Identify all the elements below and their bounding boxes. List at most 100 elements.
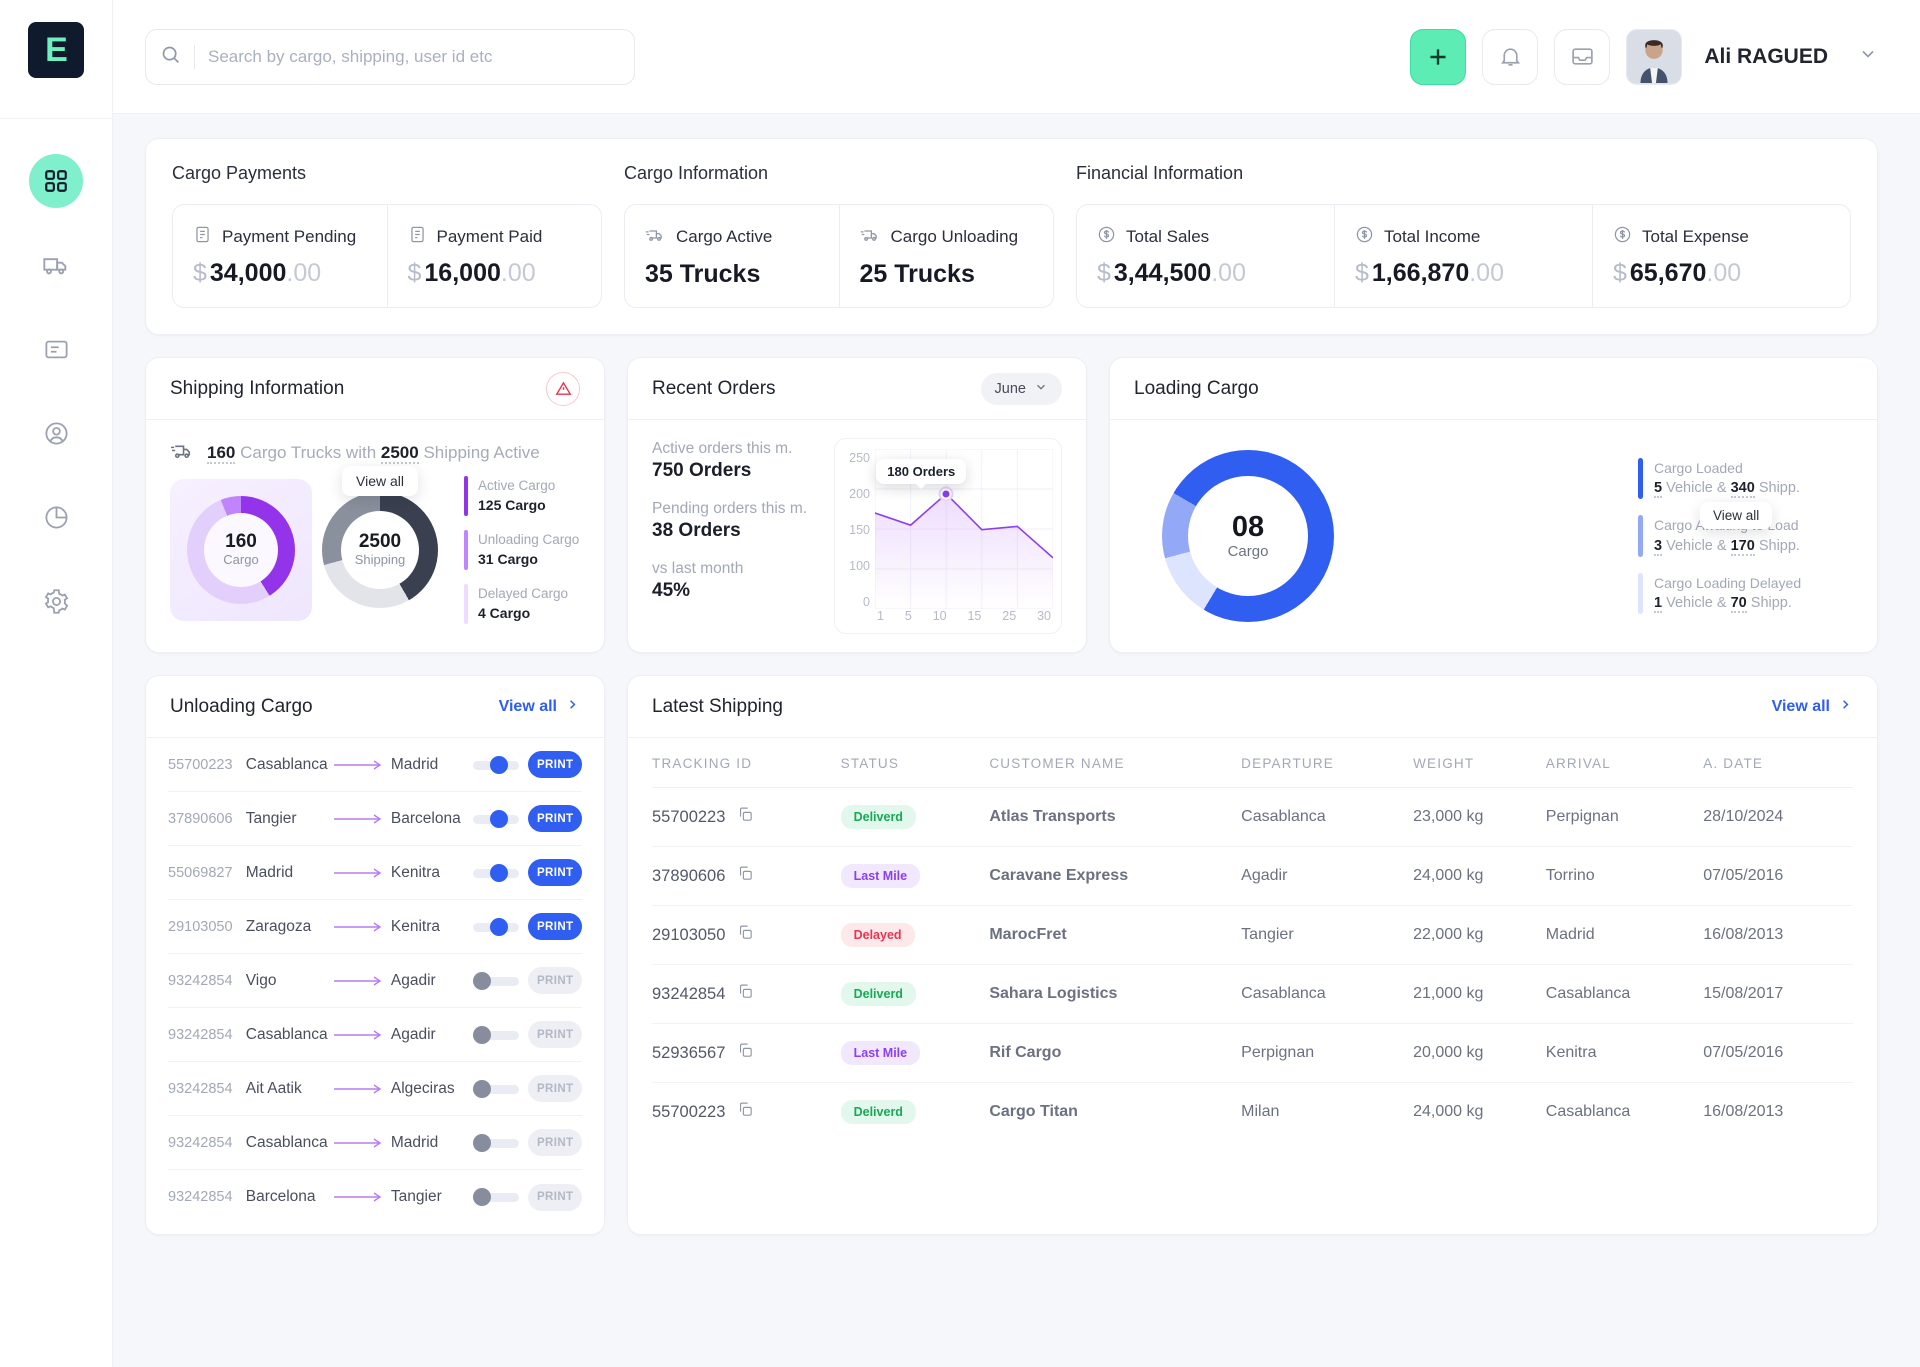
arrival-city: Madrid [390, 1133, 439, 1151]
unloading-cargo-row: 55700223 Casablanca Madrid PRINT [168, 738, 582, 792]
document-icon [43, 336, 70, 363]
view-all-link[interactable]: View all [1772, 697, 1853, 717]
status-badge: Last Mile [840, 1041, 921, 1065]
panel-title: Loading Cargo [1134, 377, 1259, 399]
table-row[interactable]: 55700223 Deliverd Cargo Titan Milan 24,000 k… [652, 1083, 1853, 1142]
column-header: CUSTOMER NAME [989, 738, 1242, 788]
value-main: 3,44,500 [1113, 258, 1212, 287]
departure-city: Madrid [245, 863, 294, 881]
legend-shipments: 170 [1730, 537, 1755, 556]
copy-icon[interactable] [737, 983, 754, 1005]
legend-color-swatch [464, 529, 468, 570]
print-toggle[interactable] [472, 809, 519, 828]
table-row[interactable]: 93242854 Deliverd Sahara Logistics Casablan… [652, 964, 1853, 1024]
sidebar-item-dashboard[interactable] [29, 154, 83, 208]
cell-weight: 21,000 kg [1413, 964, 1546, 1024]
print-toggle[interactable] [472, 971, 519, 990]
print-toggle[interactable] [472, 863, 519, 882]
recent-orders-panel: Recent Orders June Active orders this m.… [627, 357, 1087, 653]
status-badge: Deliverd [840, 982, 916, 1006]
arrival-city: Barcelona [390, 809, 461, 827]
month-selector[interactable]: June [980, 372, 1062, 405]
donut-center-label: Shipping [354, 552, 406, 568]
print-toggle[interactable] [472, 917, 519, 936]
legend-shipments: 340 [1730, 480, 1755, 499]
print-button[interactable]: PRINT [528, 859, 582, 886]
print-button[interactable]: PRINT [528, 751, 582, 778]
table-header-row: TRACKING ID STATUS CUSTOMER NAME DEPARTURE W… [652, 738, 1853, 788]
table-row[interactable]: 37890606 Last Mile Caravane Express Agadir 2… [652, 846, 1853, 906]
print-toggle[interactable] [472, 1025, 519, 1044]
chevron-down-icon[interactable] [1858, 44, 1878, 69]
notifications-button[interactable] [1482, 28, 1539, 85]
sidebar-item-documents[interactable] [29, 322, 83, 376]
x-tick: 1 [877, 609, 884, 623]
group-title: Cargo Payments [172, 163, 307, 183]
print-button[interactable]: PRINT [528, 805, 582, 832]
view-all-tooltip[interactable]: View all [342, 466, 418, 496]
print-button[interactable]: PRINT [528, 913, 582, 940]
print-toggle[interactable] [472, 1188, 519, 1206]
logo-letter: E [45, 30, 68, 69]
value-decimals: .00 [500, 258, 536, 287]
print-button[interactable]: PRINT [528, 1021, 582, 1048]
unloading-cargo-row: 93242854 Casablanca Agadir PRINT [168, 1008, 582, 1062]
main-area: Ali RAGUED Cargo Payments [113, 0, 1920, 1367]
arrow-right-icon [332, 1029, 391, 1041]
add-button[interactable] [1410, 28, 1467, 85]
copy-icon[interactable] [737, 1042, 754, 1064]
copy-icon[interactable] [737, 1101, 754, 1123]
table-row[interactable]: 29103050 Delayed MarocFret Tangier 22,000 kg… [652, 905, 1853, 965]
stat-label-row: Total Expense [1613, 225, 1830, 249]
legend-suffix: Shipp. [1758, 537, 1800, 554]
summary-card: Cargo Payments Payment Pending $ 34,000.… [145, 138, 1878, 335]
sidebar-item-analytics[interactable] [29, 490, 83, 544]
copy-icon[interactable] [737, 806, 754, 828]
table-row[interactable]: 55700223 Deliverd Atlas Transports Casablan… [652, 787, 1853, 847]
table-row[interactable]: 52936567 Last Mile Rif Cargo Perpignan 20,00… [652, 1023, 1853, 1083]
cell-tracking-id: 52936567 [652, 1023, 841, 1083]
truck-fast-icon [170, 438, 195, 468]
search-input[interactable] [208, 46, 620, 67]
chart-data-point [940, 488, 952, 500]
print-toggle[interactable] [472, 1133, 519, 1152]
stat-label-row: Payment Paid [408, 225, 582, 249]
tracking-id: 55069827 [168, 864, 233, 881]
view-all-tooltip[interactable]: View all [1700, 502, 1773, 530]
sidebar-item-customers[interactable] [29, 406, 83, 460]
sidebar-item-shipments[interactable] [29, 238, 83, 292]
print-button[interactable]: PRINT [528, 1183, 582, 1211]
legend-color-swatch [1638, 515, 1643, 557]
warning-triangle-icon[interactable] [546, 371, 580, 406]
legend-color-swatch [1638, 572, 1643, 614]
status-badge: Delayed [840, 923, 915, 947]
stat-value: $3,44,500.00 [1097, 259, 1314, 288]
shipping-donut-chart: 2500 Shipping [322, 491, 438, 608]
copy-icon[interactable] [737, 865, 754, 887]
legend-item: Cargo Loading Delayed 1 Vehicle & 70 Shi… [1638, 572, 1853, 614]
copy-icon[interactable] [737, 924, 754, 946]
legend-value: 5 Vehicle & 340 Shipp. [1654, 478, 1800, 499]
departure-city: Casablanca [245, 1025, 328, 1043]
print-button[interactable]: PRINT [528, 1129, 582, 1156]
panel-body: 160 Cargo Trucks with 2500 Shipping Acti… [146, 420, 604, 652]
avatar[interactable] [1626, 28, 1683, 85]
print-button[interactable]: PRINT [528, 967, 582, 994]
donut-center-value: 160 [225, 531, 257, 553]
search-bar[interactable] [145, 28, 635, 85]
tracking-id: 93242854 [168, 1189, 233, 1205]
print-toggle[interactable] [472, 755, 519, 774]
print-toggle[interactable] [472, 1079, 519, 1098]
cell-tracking-id: 29103050 [652, 905, 841, 965]
loading-cargo-legend: View all Cargo Loaded 5 Vehicle & 340 Sh… [1638, 458, 1853, 614]
inbox-button[interactable] [1554, 28, 1611, 85]
app-logo[interactable]: E [28, 22, 84, 78]
view-all-link[interactable]: View all [499, 697, 580, 717]
stat-label: vs last month [652, 560, 744, 577]
summary-box: Payment Pending $34,000.00 Payment Paid … [172, 204, 602, 308]
tracking-id: 37890606 [168, 810, 233, 827]
text-mid: Cargo Trucks with [240, 443, 377, 462]
gear-icon [43, 588, 70, 615]
print-button[interactable]: PRINT [528, 1075, 582, 1102]
sidebar-item-settings[interactable] [29, 574, 83, 628]
